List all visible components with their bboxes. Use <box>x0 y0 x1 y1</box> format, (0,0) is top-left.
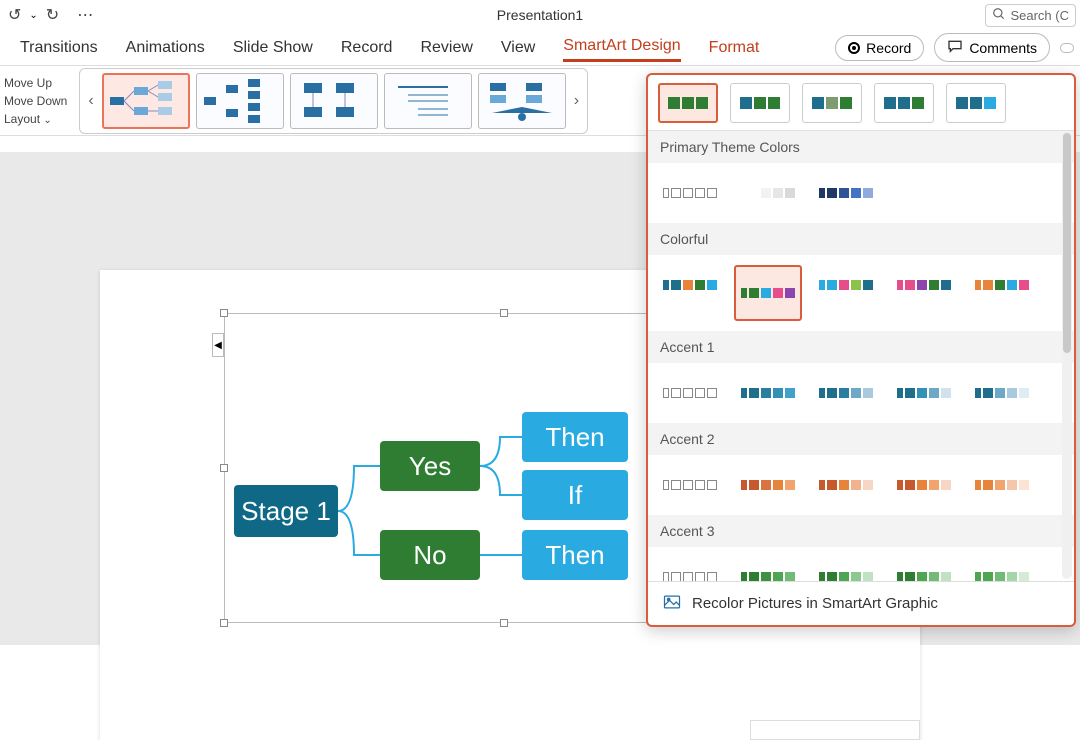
undo-dropdown[interactable]: ⌄ <box>29 10 37 21</box>
qat-more-button[interactable]: ⋯ <box>77 5 93 25</box>
tab-record[interactable]: Record <box>341 35 393 61</box>
smartart-node-stage[interactable]: Stage 1 <box>234 485 338 537</box>
color-swatch[interactable] <box>656 465 724 505</box>
style-thumb[interactable] <box>874 83 934 123</box>
recolor-label: Recolor Pictures in SmartArt Graphic <box>692 595 938 612</box>
color-swatch[interactable] <box>968 265 1036 305</box>
smartart-style-row <box>648 75 1074 131</box>
section-primary-label: Primary Theme Colors <box>648 131 1074 163</box>
undo-button[interactable]: ↺ <box>8 5 21 25</box>
style-thumb[interactable] <box>802 83 862 123</box>
tab-format[interactable]: Format <box>709 35 760 61</box>
swatch-row-colorful <box>648 255 1074 331</box>
color-swatch[interactable] <box>968 373 1036 413</box>
color-swatch[interactable] <box>734 173 802 213</box>
status-strip <box>750 720 920 740</box>
comments-button[interactable]: Comments <box>934 33 1050 62</box>
color-swatch[interactable] <box>890 465 958 505</box>
color-swatch[interactable] <box>656 373 724 413</box>
swatch-row-accent2 <box>648 455 1074 515</box>
layout-thumb-1[interactable] <box>102 73 190 129</box>
color-swatch[interactable] <box>656 265 724 305</box>
smartart-node-no[interactable]: No <box>380 530 480 580</box>
gallery-next[interactable]: › <box>572 92 581 110</box>
search-icon <box>992 7 1006 24</box>
tab-review[interactable]: Review <box>420 35 472 61</box>
swatch-row-primary <box>648 163 1074 223</box>
tab-animations[interactable]: Animations <box>126 35 205 61</box>
section-accent1-label: Accent 1 <box>648 331 1074 363</box>
smartart-node-if[interactable]: If <box>522 470 628 520</box>
color-swatch[interactable] <box>812 173 880 213</box>
smartart-node-then2[interactable]: Then <box>522 530 628 580</box>
resize-handle[interactable] <box>220 619 228 627</box>
layout-thumb-2[interactable] <box>196 73 284 129</box>
color-swatch[interactable] <box>968 465 1036 505</box>
scroll-thumb[interactable] <box>1063 133 1071 353</box>
style-thumb[interactable] <box>946 83 1006 123</box>
titlebar: ↺ ⌄ ↻ ⋯ Presentation1 Search (C <box>0 0 1080 30</box>
color-swatch[interactable] <box>734 373 802 413</box>
resize-handle[interactable] <box>500 309 508 317</box>
layout-gallery: ‹ › <box>79 68 588 134</box>
recolor-pictures-button[interactable]: Recolor Pictures in SmartArt Graphic <box>648 581 1074 625</box>
redo-button[interactable]: ↻ <box>46 5 59 25</box>
search-placeholder: Search (C <box>1010 8 1069 23</box>
color-swatch[interactable] <box>812 465 880 505</box>
swatch-row-accent1 <box>648 363 1074 423</box>
panel-scrollbar[interactable] <box>1062 131 1072 579</box>
resize-handle[interactable] <box>500 619 508 627</box>
color-panel: Primary Theme Colors Colorful Accent 1 A… <box>646 73 1076 627</box>
section-accent2-label: Accent 2 <box>648 423 1074 455</box>
move-down-button[interactable]: Move Down <box>4 94 67 108</box>
color-swatch[interactable] <box>656 173 724 213</box>
recolor-icon <box>662 592 682 616</box>
layout-thumb-3[interactable] <box>290 73 378 129</box>
move-up-button[interactable]: Move Up <box>4 76 67 90</box>
style-thumb[interactable] <box>730 83 790 123</box>
layout-dropdown[interactable]: Layout ⌄ <box>4 112 67 126</box>
text-pane-toggle[interactable]: ◀ <box>212 333 224 357</box>
smartart-node-yes[interactable]: Yes <box>380 441 480 491</box>
layout-thumb-4[interactable] <box>384 73 472 129</box>
layout-thumb-5[interactable] <box>478 73 566 129</box>
record-icon <box>848 42 860 54</box>
comments-label: Comments <box>969 40 1037 56</box>
color-swatch[interactable] <box>890 265 958 305</box>
gallery-prev[interactable]: ‹ <box>86 92 95 110</box>
record-label: Record <box>866 40 911 56</box>
comment-icon <box>947 38 963 57</box>
color-swatch[interactable] <box>812 373 880 413</box>
color-swatch[interactable] <box>812 265 880 305</box>
tab-smartart-design[interactable]: SmartArt Design <box>563 33 680 62</box>
share-button[interactable] <box>1060 43 1074 53</box>
tab-transitions[interactable]: Transitions <box>20 35 98 61</box>
tab-slideshow[interactable]: Slide Show <box>233 35 313 61</box>
color-swatch[interactable] <box>734 265 802 321</box>
color-swatch[interactable] <box>890 373 958 413</box>
section-colorful-label: Colorful <box>648 223 1074 255</box>
record-button[interactable]: Record <box>835 35 924 61</box>
document-title: Presentation1 <box>497 7 583 23</box>
smartart-node-then1[interactable]: Then <box>522 412 628 462</box>
ribbon-tabs: Transitions Animations Slide Show Record… <box>0 30 1080 66</box>
tab-view[interactable]: View <box>501 35 535 61</box>
section-accent3-label: Accent 3 <box>648 515 1074 547</box>
color-swatch[interactable] <box>734 465 802 505</box>
style-thumb[interactable] <box>658 83 718 123</box>
resize-handle[interactable] <box>220 309 228 317</box>
resize-handle[interactable] <box>220 464 228 472</box>
search-box[interactable]: Search (C <box>985 4 1076 27</box>
